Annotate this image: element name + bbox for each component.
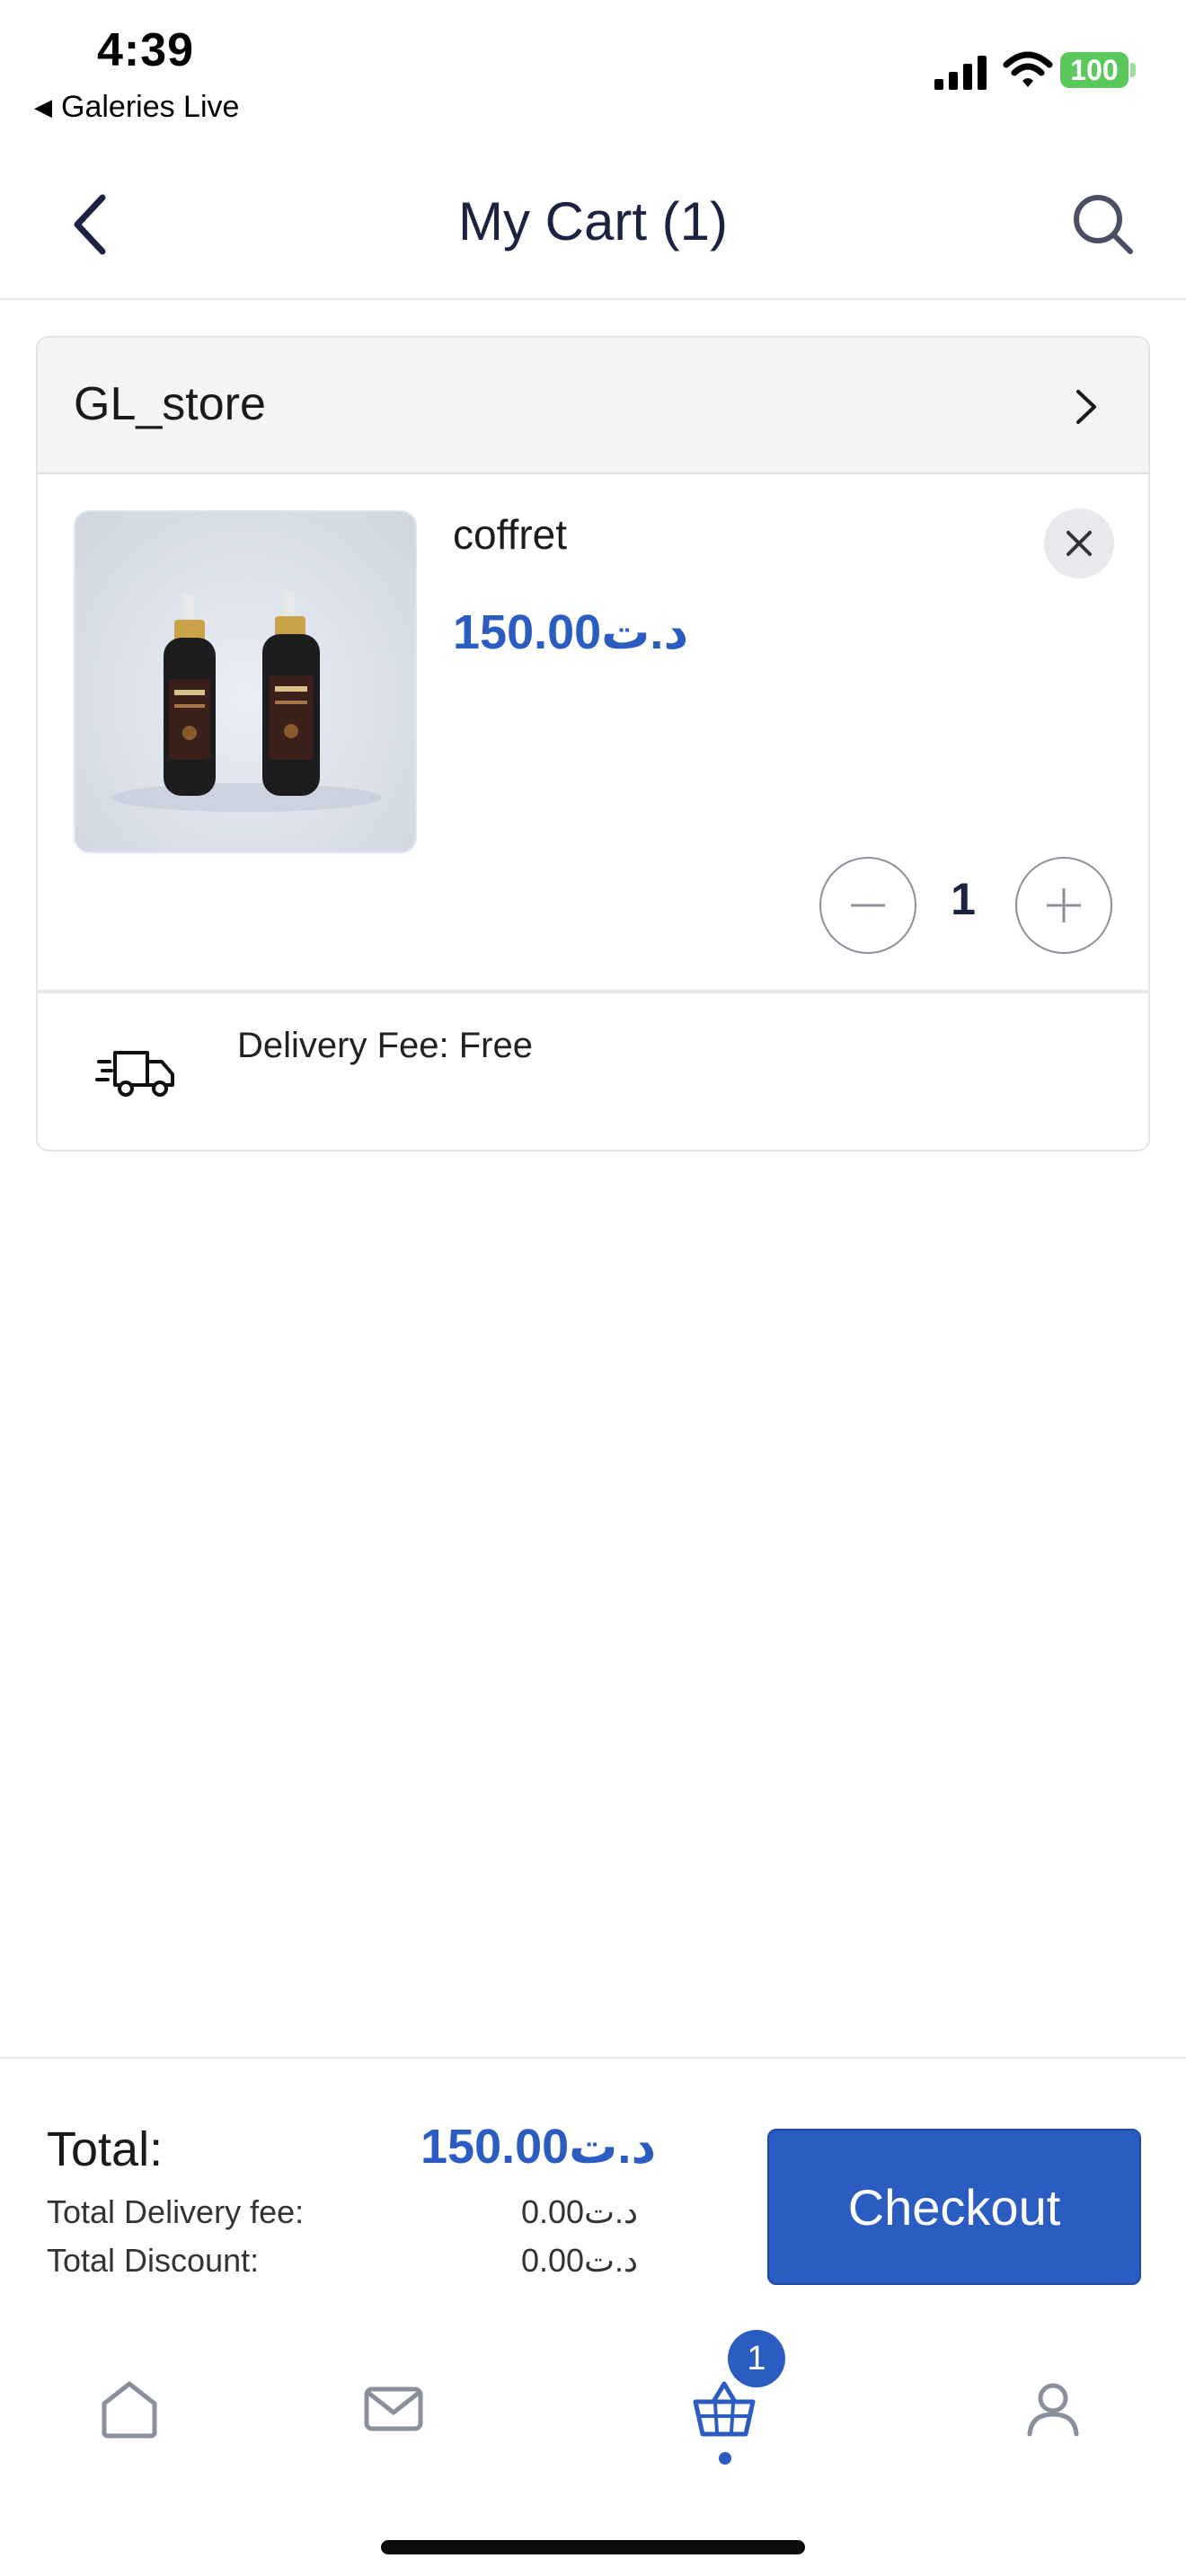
delivery-truck-icon [95,1051,174,1097]
total-delivery-fee-value: 0.00د.ت [521,2193,639,2230]
back-app-label: Galeries Live [61,90,240,124]
user-icon[interactable] [1021,2377,1085,2441]
product-price: 150.00د.ت [453,605,689,659]
cart-screen: 4:39 ◀ Galeries Live 100 My Cart (1) GL_… [0,0,1186,2576]
delivery-fee-text: Delivery Fee: Free [237,1026,533,1065]
plus-icon [1047,888,1081,922]
cart-icon[interactable] [692,2377,757,2441]
store-name: GL_store [74,378,266,430]
status-bar: 4:39 ◀ Galeries Live 100 [0,0,1186,135]
active-tab-indicator [719,2452,731,2465]
home-icon[interactable] [97,2377,162,2441]
quantity-value: 1 [951,874,976,924]
cellular-signal-icon [934,56,987,90]
battery-cap [1130,63,1136,77]
search-icon[interactable] [1067,189,1139,260]
status-time: 4:39 [97,24,195,76]
bottom-tab-bar: 1 [0,2317,1186,2576]
total-delivery-fee-label: Total Delivery fee: [47,2193,305,2230]
page-title: My Cart (1) [458,191,728,251]
product-name: coffret [453,511,567,558]
total-label: Total: [47,2122,164,2176]
chevron-right-icon [1076,390,1096,424]
back-triangle-icon: ◀ [34,93,52,120]
total-discount-label: Total Discount: [47,2242,260,2279]
total-value: 150.00د.ت [420,2120,657,2174]
total-discount-value: 0.00د.ت [521,2242,639,2279]
product-image[interactable] [74,510,417,853]
wifi-icon [1003,51,1053,87]
cart-count-badge: 1 [728,2330,785,2387]
nav-bar: My Cart (1) [0,153,1186,300]
battery-level: 100 [1070,53,1119,86]
card-divider [38,990,1148,993]
increase-quantity-button[interactable] [1015,857,1112,954]
mail-icon[interactable] [361,2377,426,2441]
home-indicator [381,2540,805,2554]
decrease-quantity-button[interactable] [819,857,916,954]
minus-icon [851,904,885,907]
battery-icon: 100 [1060,52,1128,88]
back-to-app-link[interactable]: ◀ Galeries Live [34,90,239,125]
store-header[interactable]: GL_store [38,338,1148,474]
store-cart-card: GL_store coffret 150.00د.ت 1 Delivery Fe… [36,336,1150,1151]
remove-item-button[interactable] [1044,508,1114,578]
checkout-button[interactable]: Checkout [767,2129,1141,2285]
order-summary: Total: 150.00د.ت Total Delivery fee: 0.0… [0,2057,1186,2317]
product-bottles-illustration [111,591,381,812]
close-icon [1067,531,1092,556]
